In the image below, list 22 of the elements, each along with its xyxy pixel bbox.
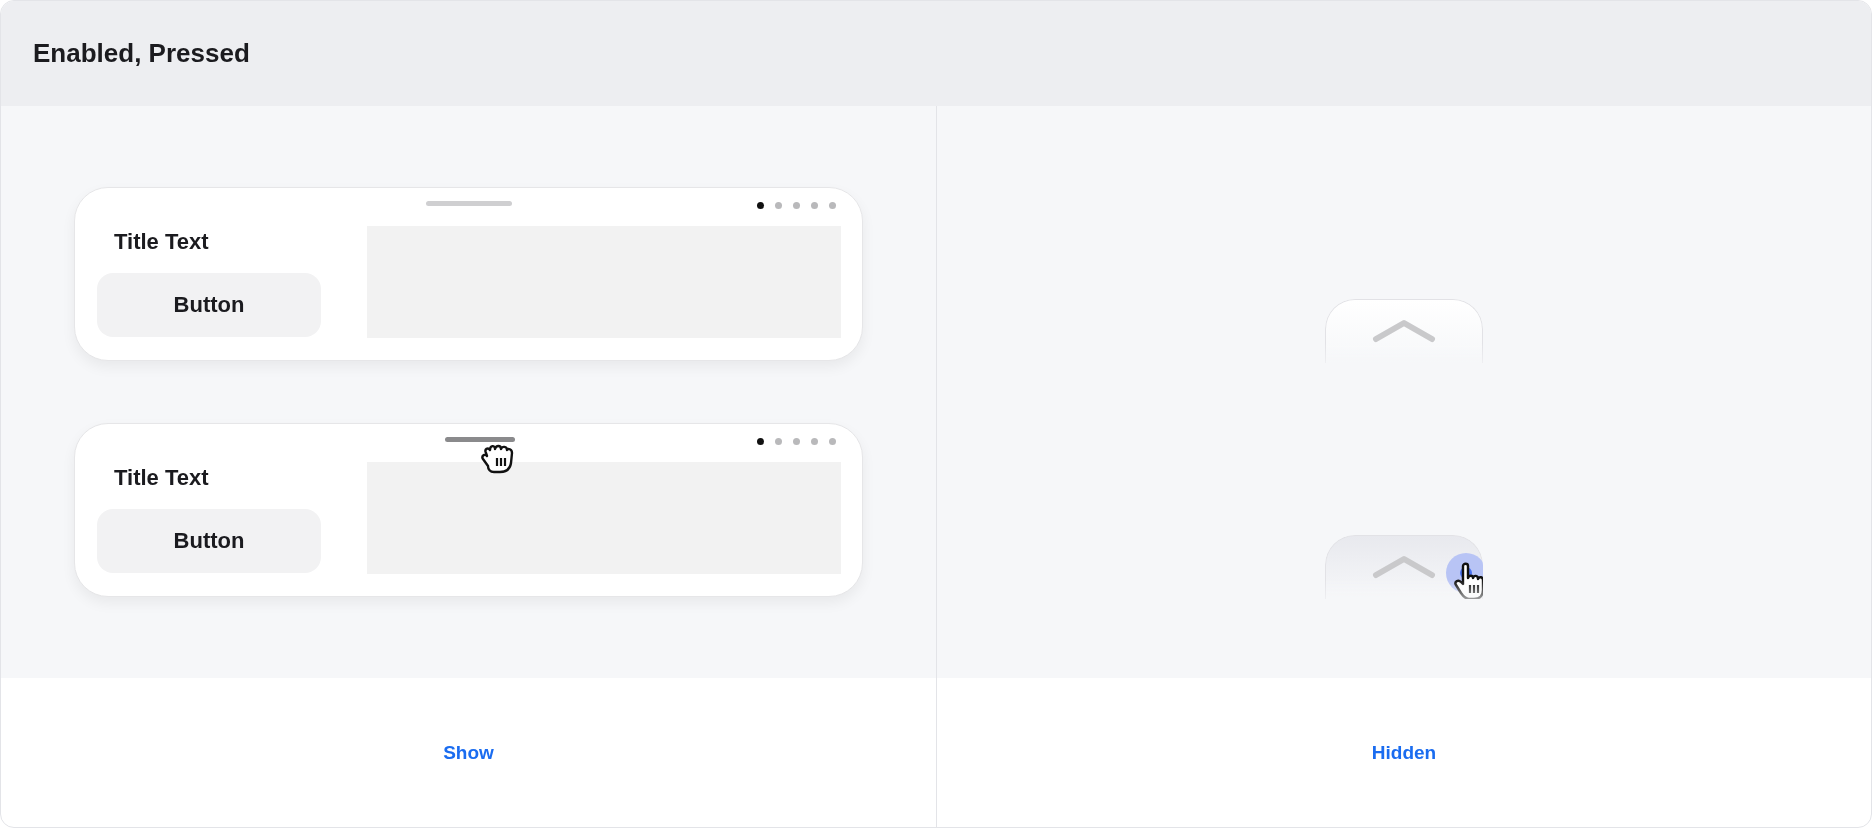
state-link[interactable]: Show bbox=[443, 741, 494, 764]
page-dot[interactable] bbox=[775, 202, 782, 209]
page-dot[interactable] bbox=[811, 202, 818, 209]
state-link[interactable]: Hidden bbox=[1371, 741, 1437, 764]
page-dot[interactable] bbox=[829, 438, 836, 445]
drag-handle[interactable] bbox=[445, 437, 515, 442]
page-dot[interactable] bbox=[829, 202, 836, 209]
pull-tab[interactable] bbox=[1325, 535, 1483, 599]
page-dot[interactable] bbox=[775, 438, 782, 445]
chevron-up-icon bbox=[1372, 319, 1436, 343]
drag-handle[interactable] bbox=[426, 201, 512, 206]
card-title: Title Text bbox=[114, 465, 210, 492]
page-dot[interactable] bbox=[757, 438, 764, 445]
page-dot[interactable] bbox=[793, 438, 800, 445]
card-title: Title Text bbox=[114, 229, 210, 256]
page-dot[interactable] bbox=[793, 202, 800, 209]
chevron-up-icon bbox=[1372, 555, 1436, 579]
card-button[interactable]: Button bbox=[97, 273, 321, 337]
page-dot[interactable] bbox=[757, 202, 764, 209]
page-title: Enabled, Pressed bbox=[33, 38, 250, 69]
card-button[interactable]: Button bbox=[97, 509, 321, 573]
page-dot[interactable] bbox=[811, 438, 818, 445]
